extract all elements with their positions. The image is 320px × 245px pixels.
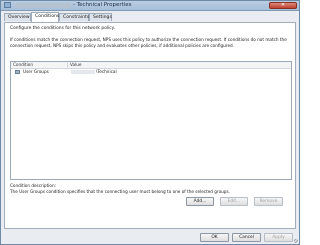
value-cell: \Technical: [96, 69, 117, 74]
user-groups-icon: [15, 70, 20, 74]
column-header-value[interactable]: Value: [68, 62, 293, 68]
title-bar: - Technical Properties ✕: [1, 1, 299, 11]
tab-settings[interactable]: Settings: [89, 13, 112, 21]
tab-constraints[interactable]: Constraints: [59, 13, 89, 21]
edit-button[interactable]: Edit...: [220, 197, 248, 206]
redacted-domain: [71, 70, 95, 74]
cancel-button[interactable]: Cancel: [232, 233, 261, 242]
remove-button[interactable]: Remove: [254, 197, 283, 206]
resize-grip[interactable]: [294, 239, 298, 243]
table-row[interactable]: User Groups \Technical: [11, 69, 291, 75]
window-title: - Technical Properties: [73, 2, 132, 8]
tab-conditions[interactable]: Conditions: [31, 12, 59, 22]
window-icon: [4, 2, 11, 8]
column-header-condition[interactable]: Condition: [11, 62, 68, 68]
policy-description: If conditions match the connection reque…: [10, 37, 287, 48]
apply-button[interactable]: Apply: [264, 233, 293, 242]
intro-text: Configure the conditions for this networ…: [10, 26, 116, 31]
condition-description-text: The User Groups condition specifies that…: [10, 189, 230, 194]
close-button[interactable]: ✕: [269, 2, 297, 9]
condition-cell: User Groups: [23, 69, 49, 74]
ok-button[interactable]: OK: [200, 233, 229, 242]
tab-overview[interactable]: Overview: [4, 13, 31, 21]
conditions-list[interactable]: Condition Value User Groups \Technical: [10, 61, 292, 180]
list-header: Condition Value: [11, 62, 291, 69]
properties-window: - Technical Properties ✕ Overview Condit…: [0, 0, 300, 245]
redacted-policy-name: [15, 3, 71, 8]
conditions-panel: Configure the conditions for this networ…: [4, 22, 296, 229]
add-button[interactable]: Add...: [186, 197, 214, 206]
